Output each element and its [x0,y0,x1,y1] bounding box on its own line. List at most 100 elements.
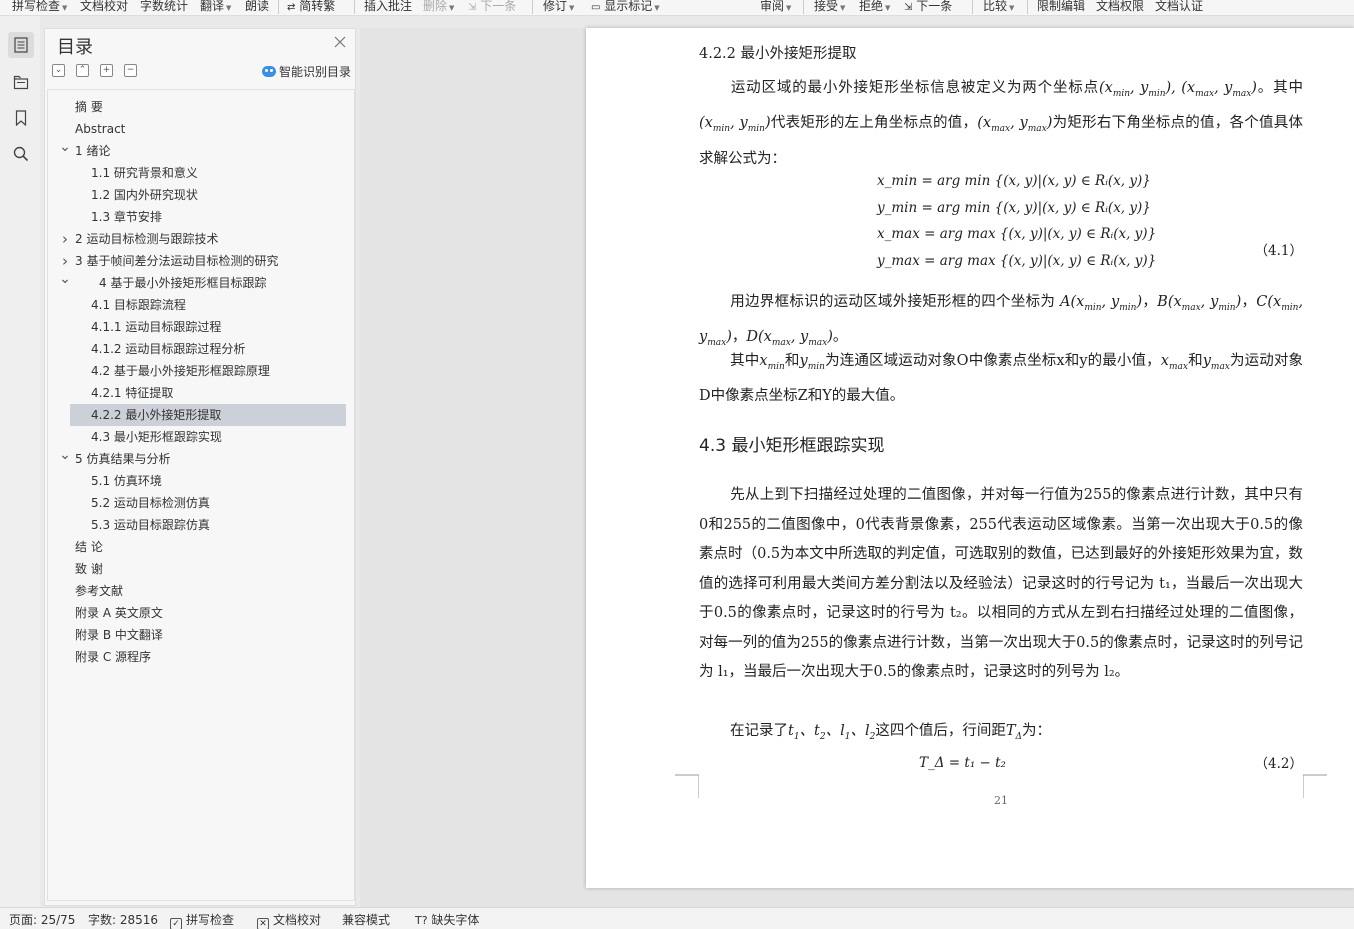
proofread-button[interactable]: 文档校对 [80,0,128,14]
status-spell-check[interactable]: ✓ 拼写检查 [170,911,234,929]
read-aloud-button[interactable]: 朗读 [245,0,269,14]
simplified-to-traditional-button[interactable]: ⇄ 简转繁 [287,0,335,14]
ai-bot-icon [261,66,276,77]
chevron-down-icon[interactable]: ⌄ [59,272,71,286]
toc-item[interactable]: 4.3 最小矩形框跟踪实现 [70,426,346,448]
toc-title: 目录 [57,37,93,58]
toc-item-label: 附录 C 源程序 [75,650,152,664]
page-number: 21 [994,794,1008,807]
status-bar: 页面: 25/75 字数: 28516 ✓ 拼写检查 ✕ 文档校对 兼容模式 T? … [0,907,1354,929]
paragraph-3: 其中xmin和ymin为连通区域运动对象O中像素点坐标x和y的最小值，xmax和… [699,353,1304,405]
show-markup-button[interactable]: ▭ 显示标记 ▼ [591,0,660,14]
toc-item[interactable]: ⌄ 5 仿真结果与分析 [59,448,346,470]
toc-item-label: 4 基于最小外接矩形框目标跟踪 [99,276,267,290]
word-count-indicator[interactable]: 字数: 28516 [88,911,158,928]
toc-item[interactable]: 摘 要 [70,96,346,118]
document-certification-button[interactable]: 文档认证 [1155,0,1203,14]
insert-comment-button[interactable]: 插入批注 [364,0,412,14]
toc-item[interactable]: 结 论 [70,536,346,558]
toc-item-label: 4.1 目标跟踪流程 [91,298,186,312]
toc-item[interactable]: 5.1 仿真环境 [70,470,346,492]
review-button[interactable]: 审阅 ▼ [760,0,791,14]
chevron-down-icon[interactable]: ⌄ [59,448,71,462]
toc-item[interactable]: 附录 C 源程序 [70,646,346,668]
compare-button[interactable]: 比较 ▼ [983,0,1014,14]
translate-button[interactable]: 翻译 ▼ [200,0,231,14]
equation-number-4-2: （4.2） [1254,756,1303,772]
toc-item-label: 4.2 基于最小外接矩形框跟踪原理 [91,364,270,378]
toc-item[interactable]: 4.2.1 特征提取 [70,382,346,404]
toc-item[interactable]: 5.3 运动目标跟踪仿真 [70,514,346,536]
toc-item[interactable]: › 2 运动目标检测与跟踪技术 [62,228,346,250]
compat-mode-indicator[interactable]: 兼容模式 [342,911,390,928]
check-icon: ✓ [170,918,182,929]
side-icon-bar [0,16,40,907]
toc-item[interactable]: 1.2 国内外研究现状 [70,184,346,206]
toc-item[interactable]: 附录 B 中文翻译 [70,624,346,646]
collapse-all-icon[interactable]: − [124,64,137,77]
toc-item[interactable]: 1.1 研究背景和意义 [70,162,346,184]
restrict-editing-button[interactable]: 限制编辑 [1037,0,1085,14]
heading-4-3: 4.3 最小矩形框跟踪实现 [699,436,885,456]
next-change-button[interactable]: ⇲ 下一条 [904,0,952,14]
toc-item-label: 5.1 仿真环境 [91,474,162,488]
reject-button[interactable]: 拒绝 ▼ [859,0,890,14]
close-icon[interactable] [333,35,347,49]
crop-mark-left [675,774,699,798]
toc-panel-button[interactable] [8,32,34,58]
document-permissions-button[interactable]: 文档权限 [1096,0,1144,14]
toc-item-label: Abstract [75,122,126,136]
toc-item-label: 3 基于帧间差分法运动目标检测的研究 [75,254,279,268]
missing-font-indicator[interactable]: T? 缺失字体 [415,911,479,928]
track-changes-button[interactable]: 修订 ▼ [543,0,574,14]
toc-item[interactable]: 4.1.2 运动目标跟踪过程分析 [70,338,346,360]
accept-button[interactable]: 接受 ▼ [814,0,845,14]
toc-item[interactable]: 4.1.1 运动目标跟踪过程 [70,316,346,338]
toc-item-label: 4.2.2 最小外接矩形提取 [91,408,222,422]
chevron-down-icon[interactable]: ⌄ [59,140,71,154]
toc-item[interactable]: › 3 基于帧间差分法运动目标检测的研究 [62,250,346,272]
toc-item[interactable]: ⌄ 4 基于最小外接矩形框目标跟踪 [59,272,346,294]
status-proofread[interactable]: ✕ 文档校对 [257,911,321,929]
chevron-right-icon[interactable]: › [59,228,71,250]
toc-panel: 目录 ⌄ ⌃ + − 智能识别目录 摘 要 Abstract ⌄ 1 绪论 1.1 研究… [44,28,356,906]
find-button[interactable] [8,141,34,167]
toc-item[interactable]: 附录 A 英文原文 [70,602,346,624]
toc-item[interactable]: Abstract [70,118,346,140]
formula-4-1: x_min = arg min {(x, y)|(x, y) ∈ Rᵢ(x, y… [877,168,1157,274]
toc-item[interactable]: 4.2 基于最小外接矩形框跟踪原理 [70,360,346,382]
toc-item[interactable]: 1.3 章节安排 [70,206,346,228]
spell-check-button[interactable]: 拼写检查 ▼ [12,0,67,14]
page-indicator[interactable]: 页面: 25/75 [9,911,75,928]
toc-item-label: 1.3 章节安排 [91,210,162,224]
document-canvas: 4.2.2 最小外接矩形提取 运动区域的最小外接矩形坐标信息被定义为两个坐标点(… [360,28,1354,907]
ribbon-toolbar: 拼写检查 ▼ 文档校对 字数统计 翻译 ▼ 朗读 ⇄ 简转繁 插入批注 删除 ▼ ⇲ … [0,0,1354,16]
toc-item[interactable]: 4.2.2 最小外接矩形提取 [70,404,346,426]
chapter-nav-button[interactable] [8,69,34,95]
toc-item-label: 1.2 国内外研究现状 [91,188,198,202]
folder-tree-icon [13,75,29,90]
toc-list: 摘 要 Abstract ⌄ 1 绪论 1.1 研究背景和意义 1.2 国内外研究现状 1.… [47,89,355,901]
expand-all-icon[interactable]: + [100,64,113,77]
document-page[interactable]: 4.2.2 最小外接矩形提取 运动区域的最小外接矩形坐标信息被定义为两个坐标点(… [586,28,1354,888]
toc-item[interactable]: 致 谢 [70,558,346,580]
toc-item[interactable]: ⌄ 1 绪论 [59,140,346,162]
formula-line: y_max = arg max {(x, y)|(x, y) ∈ Rᵢ(x, y… [877,252,1157,269]
crop-mark-right [1303,774,1327,798]
toc-item[interactable]: 4.1 目标跟踪流程 [70,294,346,316]
toc-item-label: 1 绪论 [75,144,111,158]
smart-toc-button[interactable]: 智能识别目录 [261,63,351,80]
delete-comment-button[interactable]: 删除 ▼ [423,0,454,14]
chevron-right-icon[interactable]: › [59,250,71,272]
formula-4-2: T_Δ = t₁ − t₂ [919,755,1006,771]
bookmark-button[interactable] [8,105,34,131]
toc-item-label: 致 谢 [75,562,103,576]
expand-down-icon[interactable]: ⌄ [52,64,65,77]
toc-item-label: 5.2 运动目标检测仿真 [91,496,210,510]
next-comment-button[interactable]: ⇲ 下一条 [468,0,516,14]
formula-line: y_min = arg min {(x, y)|(x, y) ∈ Rᵢ(x, y… [877,199,1151,216]
toc-item[interactable]: 5.2 运动目标检测仿真 [70,492,346,514]
collapse-up-icon[interactable]: ⌃ [76,64,89,77]
toc-item[interactable]: 参考文献 [70,580,346,602]
word-count-button[interactable]: 字数统计 [140,0,188,14]
